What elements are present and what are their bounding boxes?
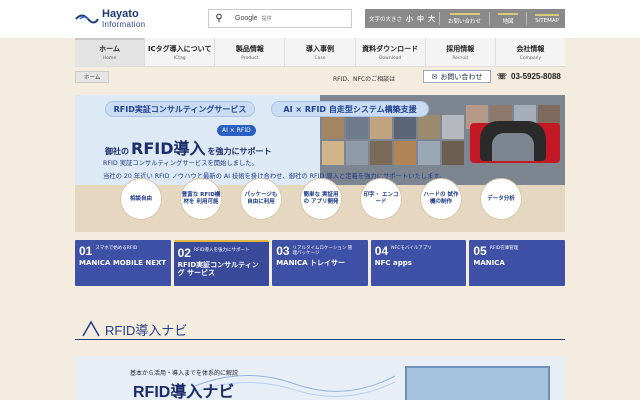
font-large-button[interactable]: 大 [428,14,435,24]
nav-recruit[interactable]: 採用情報 Recruit [426,38,496,66]
card-nfc-apps[interactable]: 04 NFCモバイルアプリ NFC apps [370,240,467,286]
feature-encode: 印字・ エンコード [360,178,402,220]
nav-download[interactable]: 資料ダウンロード Download [356,38,426,66]
consulting-pill: RFID実証コンサルティングサービス [105,101,255,117]
rfid-tags-image [405,366,550,400]
feature-prototype: ハードの 試作機の制作 [420,178,462,220]
feature-data-analysis: データ分析 [480,178,522,220]
breadcrumb: ホーム RFID、NFCのご相談は ✉ お問い合わせ ☏ 03-5925-8088 [75,70,565,84]
card-manica[interactable]: 05 RFID在庫管理 MANICA [469,240,565,286]
ai-pill: AI × RFID 自走型システム構築支援 [271,101,429,117]
font-size-label: 文字の大きさ [369,16,403,23]
product-cards: 01 スマホで始めるRFID MANICA MOBILE NEXT 02 RFID導… [75,240,565,286]
utility-bar: 文字の大きさ 小 中 大 お問い合わせ 地図 SITEMAP [365,9,565,28]
divider [526,12,528,25]
section-title: RFID導入ナビ [105,323,188,338]
banner-subtitle: 基本から活用・導入までを体系的に解説 [130,370,239,377]
company-logo[interactable]: Hayato Information [74,9,145,29]
search-brand: Google [235,15,258,22]
hero-desc-2: 当社の 20 年近い RFID ノウハウと最新の AI 技術を掛け合わせ、御社の… [103,173,446,180]
feature-app-dev: 簡単な 実証用の アプリ開発 [300,178,342,220]
nav-ictag[interactable]: ICタグ導入について ICtag [145,38,216,66]
phone-number: ☏ 03-5925-8088 [497,72,561,81]
hero-desc-1: RFID 実証コンサルティングサービスを開始しました。 [103,160,258,167]
phone-icon: ☏ [497,72,508,81]
nav-home[interactable]: ホーム Home [75,38,146,66]
wave-logo-icon [75,14,99,24]
nav-company[interactable]: 会社情報 Company [496,38,565,66]
rfid-reader-image [480,121,546,161]
banner-title: RFID導入ナビ [133,384,235,400]
breadcrumb-home[interactable]: ホーム [75,71,110,83]
contact-link[interactable]: お問い合わせ [444,12,485,25]
section-header: RFID導入ナビ [75,318,565,340]
hero-banner[interactable]: RFID実証コンサルティングサービス AI × RFID 自走型システム構築支援… [75,95,565,232]
nav-product[interactable]: 製品情報 Product [215,38,286,66]
search-icon[interactable]: ⚲ [209,13,229,24]
inquiry-button[interactable]: ✉ お問い合わせ [423,70,491,83]
card-manica-mobile[interactable]: 01 スマホで始めるRFID MANICA MOBILE NEXT [75,240,171,286]
search-provided: 提供 [261,16,272,22]
feature-consult: 相談自由 [120,178,162,220]
map-link[interactable]: 地図 [494,12,522,25]
search-input[interactable]: ⚲ Google 提供 [208,9,352,28]
section-mark-icon [82,320,100,337]
divider [489,12,491,25]
feature-circles: 相談自由 豊富な RFID機材を 利用可能 パッケージも 自由に利用 簡単な 実… [75,178,565,232]
font-small-button[interactable]: 小 [406,14,413,24]
nav-case[interactable]: 導入事例 Case [285,38,356,66]
card-manica-tracer[interactable]: 03 リアルタイムロケーション 管理パッケージ MANICA トレイサー [272,240,368,286]
mail-icon: ✉ [431,72,438,81]
card-rfid-consulting[interactable]: 02 RFID導入を強力にサポート RFID実証コンサルティング サービス [173,240,270,286]
site-header: Hayato Information ⚲ Google 提供 文字の大きさ 小 … [0,0,640,38]
logo-name: Hayato [102,8,139,20]
font-medium-button[interactable]: 中 [417,14,424,24]
rfid-navi-banner[interactable]: 基本から活用・導入までを体系的に解説 RFID導入ナビ [75,356,565,400]
feature-package: パッケージも 自由に利用 [240,178,282,220]
feature-equipment: 豊富な RFID機材を 利用可能 [180,178,222,220]
logo-subname: Information [102,20,146,29]
hero-title: 御社の RFID導入 を強力にサポート [105,139,272,158]
main-nav: ホーム Home ICタグ導入について ICtag 製品情報 Product 導入事例… [75,38,565,67]
consult-note: RFID、NFCのご相談は [333,76,396,83]
divider [439,12,441,25]
sitemap-link[interactable]: SITEMAP [531,13,563,24]
